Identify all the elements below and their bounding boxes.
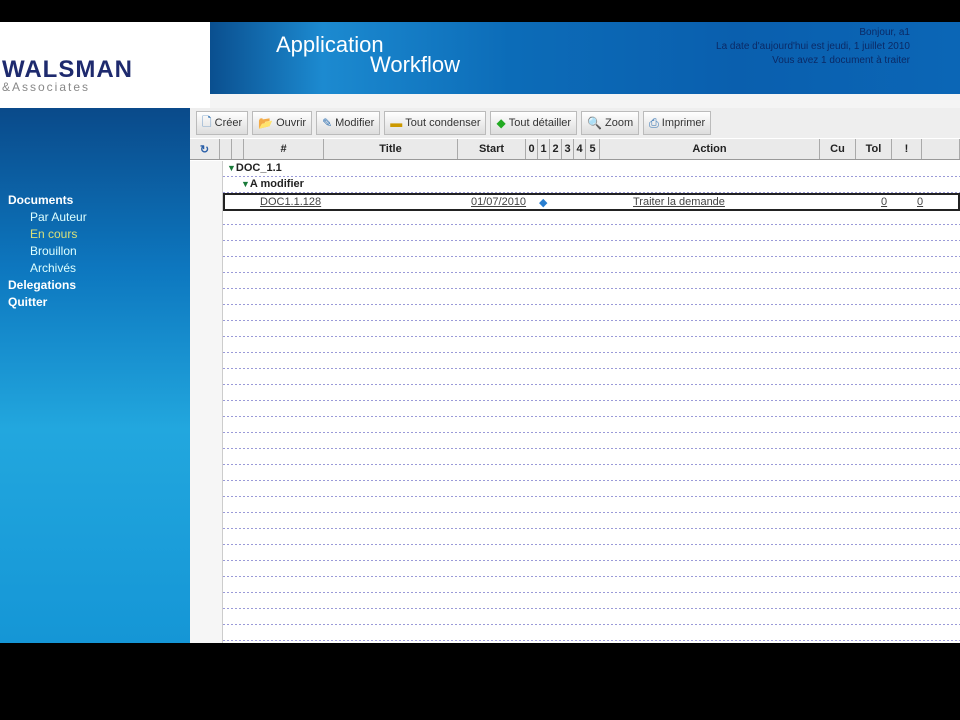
status-diamond-icon: ◆: [539, 197, 548, 209]
grid-rows: ▼DOC_1.1 ▼A modifier DOC1.1.128 01/07/20…: [223, 161, 960, 643]
table-row[interactable]: DOC1.1.128 01/07/2010 ◆ Traiter la deman…: [223, 193, 960, 211]
magnifier-icon: 🔍: [587, 116, 603, 130]
column-excl[interactable]: !: [892, 139, 922, 159]
edit-icon: ✎: [322, 116, 333, 130]
printer-icon: ⎙: [649, 115, 659, 130]
expand-all-button[interactable]: ◆ Tout détailler: [490, 111, 578, 135]
nav-delegations[interactable]: Delegations: [8, 277, 87, 294]
expand-label: Tout détailler: [508, 117, 572, 129]
pending-documents: Vous avez 1 document à traiter: [772, 55, 910, 66]
company-logo: WALSMAN &Associates: [0, 22, 210, 108]
column-start[interactable]: Start: [458, 139, 526, 159]
expand-triangle-icon[interactable]: ▼: [241, 179, 250, 189]
grid-header: ↻ # Title Start 0 1 2 3 4 5 Action Cu To…: [190, 139, 960, 160]
group-label: DOC_1.1: [235, 162, 282, 174]
row-id: DOC1.1.128: [260, 196, 322, 208]
subgroup-label: A modifier: [249, 178, 304, 190]
nav-brouillon[interactable]: Brouillon: [8, 243, 87, 260]
modify-label: Modifier: [335, 117, 375, 129]
column-title[interactable]: Title: [324, 139, 458, 159]
subgroup-row[interactable]: ▼A modifier: [241, 178, 960, 194]
row-action: Traiter la demande: [633, 196, 725, 208]
modify-button[interactable]: ✎ Modifier: [316, 111, 381, 135]
nav-quitter[interactable]: Quitter: [8, 294, 87, 311]
open-label: Ouvrir: [276, 117, 307, 129]
print-label: Imprimer: [661, 117, 706, 129]
collapse-icon: ▬: [390, 116, 403, 130]
logo-subtitle: &Associates: [2, 80, 91, 94]
expand-triangle-icon[interactable]: ▼: [227, 163, 236, 173]
row-gutter: [190, 161, 223, 643]
nav-documents[interactable]: Documents: [8, 192, 87, 209]
open-icon: 📂: [258, 116, 274, 130]
collapse-all-button[interactable]: ▬ Tout condenser: [384, 111, 487, 135]
column-cu[interactable]: Cu: [820, 139, 856, 159]
row-start: 01/07/2010: [471, 196, 527, 208]
column-2[interactable]: 2: [550, 139, 562, 159]
user-info: Bonjour, a1 La date d'aujourd'hui est je…: [716, 26, 910, 68]
nav-par-auteur[interactable]: Par Auteur: [8, 209, 87, 226]
zoom-button[interactable]: 🔍 Zoom: [581, 111, 640, 135]
column-num[interactable]: #: [244, 139, 324, 159]
group-row[interactable]: ▼DOC_1.1: [227, 162, 960, 178]
create-label: Créer: [214, 117, 243, 129]
main-content: 🗋 Créer 📂 Ouvrir ✎ Modifier ▬ Tout condenser…: [190, 108, 960, 643]
sidebar: Documents Par Auteur En cours Brouillon …: [0, 108, 190, 643]
toolbar: 🗋 Créer 📂 Ouvrir ✎ Modifier ▬ Tout condenser…: [190, 108, 960, 138]
nav-archives[interactable]: Archivés: [8, 260, 87, 277]
zoom-label: Zoom: [605, 117, 634, 129]
column-0[interactable]: 0: [526, 139, 538, 159]
document-grid: ↻ # Title Start 0 1 2 3 4 5 Action Cu To…: [190, 139, 960, 643]
nav-en-cours[interactable]: En cours: [8, 226, 87, 243]
column-spacer: [220, 139, 232, 159]
application-window: WALSMAN &Associates Application Workflow…: [0, 22, 960, 643]
new-document-icon: 🗋: [202, 114, 212, 129]
column-spacer: [232, 139, 244, 159]
column-1[interactable]: 1: [538, 139, 550, 159]
row-tol: 0: [917, 196, 924, 208]
print-button[interactable]: ⎙ Imprimer: [643, 111, 712, 135]
app-title-line1: Application: [276, 32, 384, 57]
app-title-line2: Workflow: [370, 52, 461, 77]
column-5[interactable]: 5: [586, 139, 600, 159]
row-cu: 0: [881, 196, 888, 208]
header-banner: Application Workflow Bonjour, a1 La date…: [210, 22, 960, 94]
greeting: Bonjour, a1: [859, 27, 910, 38]
open-button[interactable]: 📂 Ouvrir: [252, 111, 313, 135]
column-3[interactable]: 3: [562, 139, 574, 159]
current-date: La date d'aujourd'hui est jeudi, 1 juill…: [716, 41, 910, 52]
column-tol[interactable]: Tol: [856, 139, 892, 159]
column-spacer: [922, 139, 960, 159]
create-button[interactable]: 🗋 Créer: [196, 111, 249, 135]
column-4[interactable]: 4: [574, 139, 586, 159]
column-action[interactable]: Action: [600, 139, 820, 159]
expand-icon: ◆: [496, 116, 506, 130]
refresh-icon[interactable]: ↻: [190, 139, 220, 159]
collapse-label: Tout condenser: [405, 117, 481, 129]
